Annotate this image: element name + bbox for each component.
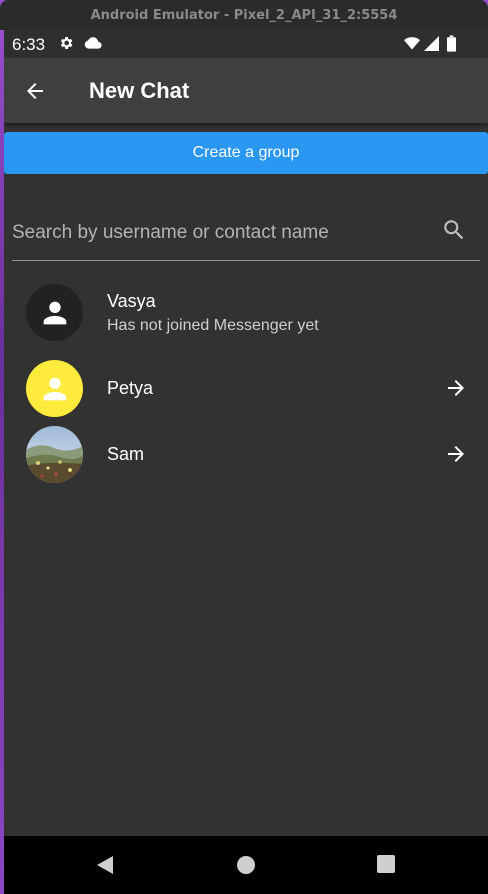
contact-item-sam[interactable]: Sam [4, 424, 488, 486]
create-group-button[interactable]: Create a group [4, 132, 488, 174]
avatar [26, 284, 83, 341]
person-icon [43, 377, 66, 400]
emulator-title-bar: Android Emulator - Pixel_2_API_31_2:5554 [0, 0, 488, 30]
cloud-icon [84, 37, 102, 49]
contact-item-petya[interactable]: Petya [4, 358, 488, 420]
contact-item-vasya[interactable]: Vasya Has not joined Messenger yet [4, 282, 488, 344]
avatar [26, 360, 83, 417]
contact-name: Vasya [107, 291, 156, 311]
arrow-right-icon[interactable] [444, 376, 468, 400]
page-title: New Chat [89, 78, 190, 103]
nav-home-icon[interactable] [236, 855, 256, 875]
settings-gear-icon [60, 37, 73, 49]
search-icon[interactable] [440, 216, 468, 244]
nav-recents-icon[interactable] [377, 855, 395, 873]
emulator-title: Android Emulator - Pixel_2_API_31_2:5554 [90, 7, 398, 23]
phone-screen: 6:33 New Chat Create a group Search by u… [4, 30, 488, 894]
arrow-right-icon[interactable] [444, 442, 468, 466]
nav-back-icon[interactable] [95, 855, 115, 875]
contact-name: Petya [107, 378, 154, 398]
wifi-icon [404, 37, 420, 50]
contact-status: Has not joined Messenger yet [107, 317, 319, 334]
status-bar: 6:33 [4, 30, 488, 58]
magnifier-icon [444, 220, 464, 240]
contact-name: Sam [107, 444, 145, 464]
landscape-photo [26, 426, 83, 483]
search-input[interactable] [12, 216, 422, 250]
signal-icon [424, 36, 439, 51]
arrow-back-icon [27, 83, 43, 99]
person-icon [43, 301, 66, 324]
battery-icon [447, 35, 456, 52]
search-bar [12, 206, 480, 261]
status-time: 6:33 [12, 35, 46, 54]
app-bar: New Chat [4, 58, 488, 123]
system-nav-bar [4, 836, 488, 894]
photo-avatar [26, 426, 83, 483]
back-button[interactable] [20, 76, 50, 106]
